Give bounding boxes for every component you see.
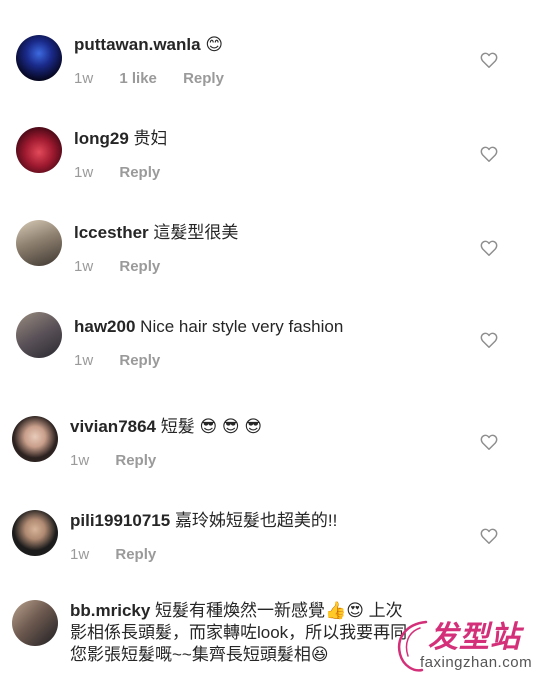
comment-meta: 1w Reply xyxy=(74,352,343,369)
comment-meta: 1w Reply xyxy=(70,452,262,469)
heart-outline-icon[interactable] xyxy=(480,146,500,164)
username[interactable]: vivian7864 xyxy=(70,417,156,436)
reply-button[interactable]: Reply xyxy=(183,70,224,87)
heart-outline-icon[interactable] xyxy=(480,240,500,258)
timestamp: 1w xyxy=(74,70,94,87)
heart-outline-icon[interactable] xyxy=(480,332,500,350)
comment-body: lccesther 這髮型很美 1w Reply xyxy=(74,222,238,275)
avatar[interactable] xyxy=(12,600,58,646)
watermark-title: 发型站 xyxy=(428,621,521,654)
comment-body: haw200 Nice hair style very fashion 1w R… xyxy=(74,316,343,369)
comment-text: Nice hair style very fashion xyxy=(140,317,344,336)
comment-meta: 1w Reply xyxy=(74,258,238,275)
watermark-url: faxingzhan.com xyxy=(420,654,533,671)
comment-line: lccesther 這髮型很美 xyxy=(74,222,238,244)
heart-outline-icon[interactable] xyxy=(480,434,500,452)
comment-body: long29 贵妇 1w Reply xyxy=(74,128,168,181)
timestamp: 1w xyxy=(74,258,94,275)
timestamp: 1w xyxy=(70,452,90,469)
like-count[interactable]: 1 like xyxy=(119,70,157,87)
watermark-logo: 发型站 faxingzhan.com xyxy=(392,612,549,678)
timestamp: 1w xyxy=(74,352,94,369)
emoji: 😊 xyxy=(205,35,224,54)
reply-button[interactable]: Reply xyxy=(119,258,160,275)
comment-text: 贵妇 xyxy=(133,129,168,148)
comment-body: puttawan.wanla 😊 1w 1 like Reply xyxy=(74,34,224,87)
avatar[interactable] xyxy=(16,220,62,266)
comment-line: puttawan.wanla 😊 xyxy=(74,34,224,56)
comment-line: pili19910715 嘉玲姊短髮也超美的!! xyxy=(70,510,337,532)
comment-body: vivian7864 短髮 😎 😎 😎 1w Reply xyxy=(70,416,262,469)
username[interactable]: lccesther xyxy=(74,223,149,242)
comment-line: haw200 Nice hair style very fashion xyxy=(74,316,343,338)
username[interactable]: bb.mricky xyxy=(70,601,150,620)
reply-button[interactable]: Reply xyxy=(119,164,160,181)
comment-meta: 1w Reply xyxy=(70,546,337,563)
comment-text: 這髮型很美 xyxy=(153,223,239,242)
comment-text: 嘉玲姊短髮也超美的!! xyxy=(174,511,338,530)
comment-body: pili19910715 嘉玲姊短髮也超美的!! 1w Reply xyxy=(70,510,337,563)
heart-outline-icon[interactable] xyxy=(480,528,500,546)
timestamp: 1w xyxy=(70,546,90,563)
avatar[interactable] xyxy=(12,416,58,462)
reply-button[interactable]: Reply xyxy=(115,452,156,469)
username[interactable]: pili19910715 xyxy=(70,511,170,530)
emoji: 😎 😎 😎 xyxy=(199,417,263,436)
comment-line: vivian7864 短髮 😎 😎 😎 xyxy=(70,416,262,438)
avatar[interactable] xyxy=(16,35,62,81)
username[interactable]: puttawan.wanla xyxy=(74,35,201,54)
username[interactable]: haw200 xyxy=(74,317,135,336)
comment-meta: 1w 1 like Reply xyxy=(74,70,224,87)
comment-line: long29 贵妇 xyxy=(74,128,168,150)
comment-text: 短髮 xyxy=(160,417,195,436)
username[interactable]: long29 xyxy=(74,129,129,148)
comment-meta: 1w Reply xyxy=(74,164,168,181)
heart-outline-icon[interactable] xyxy=(480,52,500,70)
avatar[interactable] xyxy=(12,510,58,556)
timestamp: 1w xyxy=(74,164,94,181)
avatar[interactable] xyxy=(16,127,62,173)
reply-button[interactable]: Reply xyxy=(115,546,156,563)
comment-text: 短髮有種煥然一新感覺👍😍 上次 xyxy=(155,601,403,620)
reply-button[interactable]: Reply xyxy=(119,352,160,369)
avatar[interactable] xyxy=(16,312,62,358)
